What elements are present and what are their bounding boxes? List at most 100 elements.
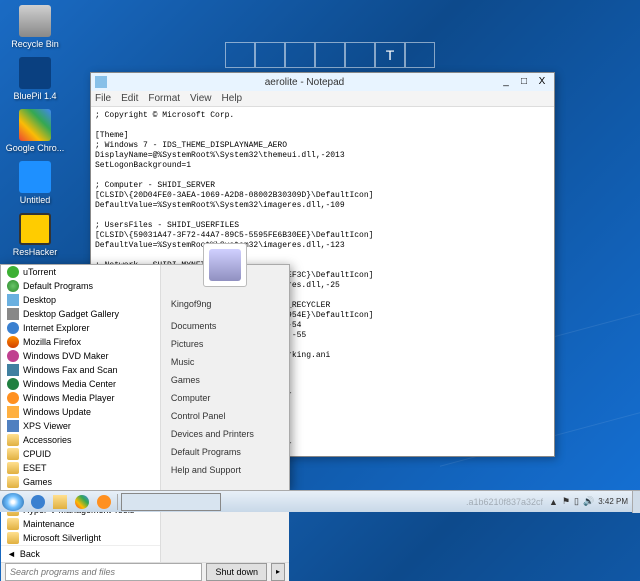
start-bottom-bar: Shut down ▸ [1, 562, 289, 581]
program-label: XPS Viewer [23, 421, 71, 431]
notepad-titlebar[interactable]: aerolite - Notepad _ □ X [91, 73, 554, 91]
program-icon [7, 280, 19, 292]
program-icon [7, 322, 19, 334]
start-program-item[interactable]: Windows Update [1, 405, 160, 419]
menu-item[interactable]: Format [148, 91, 180, 106]
program-icon [7, 518, 19, 530]
desktop-grid-decoration: T [225, 42, 435, 68]
program-label: Mozilla Firefox [23, 337, 81, 347]
maximize-button[interactable]: □ [516, 75, 532, 89]
system-tray[interactable]: ▲ ⚑ ▯ 🔊 3:42 PM [549, 496, 632, 507]
start-username[interactable]: Kingof9ng [161, 295, 289, 317]
menu-item[interactable]: View [190, 91, 212, 106]
tray-volume-icon[interactable]: 🔊 [583, 496, 594, 507]
desktop-icon-label: Untitled [5, 195, 65, 205]
start-program-item[interactable]: Accessories [1, 433, 160, 447]
taskbar-pin-ie[interactable] [28, 493, 48, 511]
start-program-item[interactable]: Microsoft Silverlight [1, 531, 160, 545]
taskbar-pin-chrome[interactable] [72, 493, 92, 511]
program-label: Windows Update [23, 407, 91, 417]
taskbar: .a1b6210f837a32cf ▲ ⚑ ▯ 🔊 3:42 PM [0, 490, 640, 512]
desktop-icon-label: BluePil 1.4 [5, 91, 65, 101]
program-label: Default Programs [23, 281, 93, 291]
start-place-item[interactable]: Documents [161, 317, 289, 335]
program-icon [7, 434, 19, 446]
tray-expand-icon[interactable]: ▲ [549, 497, 558, 507]
desktop-icons: Recycle Bin BluePil 1.4 Google Chro... Unti… [5, 5, 65, 265]
desktop-icon-image [19, 161, 51, 193]
program-icon [7, 378, 19, 390]
desktop-icon[interactable]: Google Chro... [5, 109, 65, 153]
start-program-item[interactable]: XPS Viewer [1, 419, 160, 433]
program-icon [7, 336, 19, 348]
program-label: Internet Explorer [23, 323, 90, 333]
start-program-item[interactable]: Default Programs [1, 279, 160, 293]
tray-flag-icon[interactable]: ⚑ [562, 496, 570, 507]
tray-network-icon[interactable]: ▯ [574, 496, 579, 507]
start-program-item[interactable]: Maintenance [1, 517, 160, 531]
start-place-item[interactable]: Pictures [161, 335, 289, 353]
start-program-item[interactable]: Windows Media Player [1, 391, 160, 405]
program-label: Desktop Gadget Gallery [23, 309, 119, 319]
menu-item[interactable]: File [95, 91, 111, 106]
show-desktop-button[interactable] [632, 491, 640, 513]
start-back-button[interactable]: ◄ Back [1, 545, 160, 562]
taskbar-pin-wmp[interactable] [94, 493, 114, 511]
notepad-icon [95, 76, 107, 88]
start-place-item[interactable]: Devices and Printers [161, 425, 289, 443]
program-label: Microsoft Silverlight [23, 533, 101, 543]
program-icon [7, 294, 19, 306]
start-program-item[interactable]: Windows Media Center [1, 377, 160, 391]
search-input[interactable] [5, 563, 202, 581]
program-label: Games [23, 477, 52, 487]
program-icon [7, 308, 19, 320]
start-menu: uTorrent Default Programs Desktop Desktop G… [0, 264, 290, 490]
desktop-icon-label: Google Chro... [5, 143, 65, 153]
desktop-icon-image [19, 57, 51, 89]
program-icon [7, 350, 19, 362]
start-place-item[interactable]: Control Panel [161, 407, 289, 425]
close-button[interactable]: X [534, 75, 550, 89]
start-program-item[interactable]: Desktop Gadget Gallery [1, 307, 160, 321]
desktop-icon-image [19, 5, 51, 37]
start-program-item[interactable]: Windows DVD Maker [1, 349, 160, 363]
start-program-item[interactable]: Desktop [1, 293, 160, 307]
program-label: Desktop [23, 295, 56, 305]
menu-item[interactable]: Help [222, 91, 243, 106]
taskbar-clock[interactable]: 3:42 PM [598, 497, 628, 506]
desktop-icon-label: ResHacker [5, 247, 65, 257]
program-label: CPUID [23, 449, 51, 459]
program-label: uTorrent [23, 267, 56, 277]
start-program-item[interactable]: ESET [1, 461, 160, 475]
start-button[interactable] [2, 493, 24, 511]
program-icon [7, 532, 19, 544]
program-icon [7, 448, 19, 460]
desktop-icon[interactable]: Untitled [5, 161, 65, 205]
desktop-icon-label: Recycle Bin [5, 39, 65, 49]
start-program-item[interactable]: Internet Explorer [1, 321, 160, 335]
start-program-item[interactable]: CPUID [1, 447, 160, 461]
program-label: Windows DVD Maker [23, 351, 109, 361]
desktop-icon[interactable]: ResHacker [5, 213, 65, 257]
start-place-item[interactable]: Computer [161, 389, 289, 407]
minimize-button[interactable]: _ [498, 75, 514, 89]
start-place-item[interactable]: Help and Support [161, 461, 289, 479]
start-program-item[interactable]: Windows Fax and Scan [1, 363, 160, 377]
program-label: Maintenance [23, 519, 75, 529]
program-label: Accessories [23, 435, 72, 445]
user-avatar[interactable] [203, 243, 247, 287]
desktop-icon[interactable]: BluePil 1.4 [5, 57, 65, 101]
start-place-item[interactable]: Default Programs [161, 443, 289, 461]
taskbar-pin-explorer[interactable] [50, 493, 70, 511]
start-place-item[interactable]: Games [161, 371, 289, 389]
program-label: Windows Fax and Scan [23, 365, 118, 375]
menu-item[interactable]: Edit [121, 91, 138, 106]
start-program-item[interactable]: Games [1, 475, 160, 489]
desktop-icon[interactable]: Recycle Bin [5, 5, 65, 49]
taskbar-running-app[interactable] [121, 493, 221, 511]
start-place-item[interactable]: Music [161, 353, 289, 371]
shutdown-button[interactable]: Shut down [206, 563, 267, 581]
start-program-item[interactable]: Mozilla Firefox [1, 335, 160, 349]
shutdown-options-arrow[interactable]: ▸ [271, 563, 285, 581]
start-program-item[interactable]: uTorrent [1, 265, 160, 279]
